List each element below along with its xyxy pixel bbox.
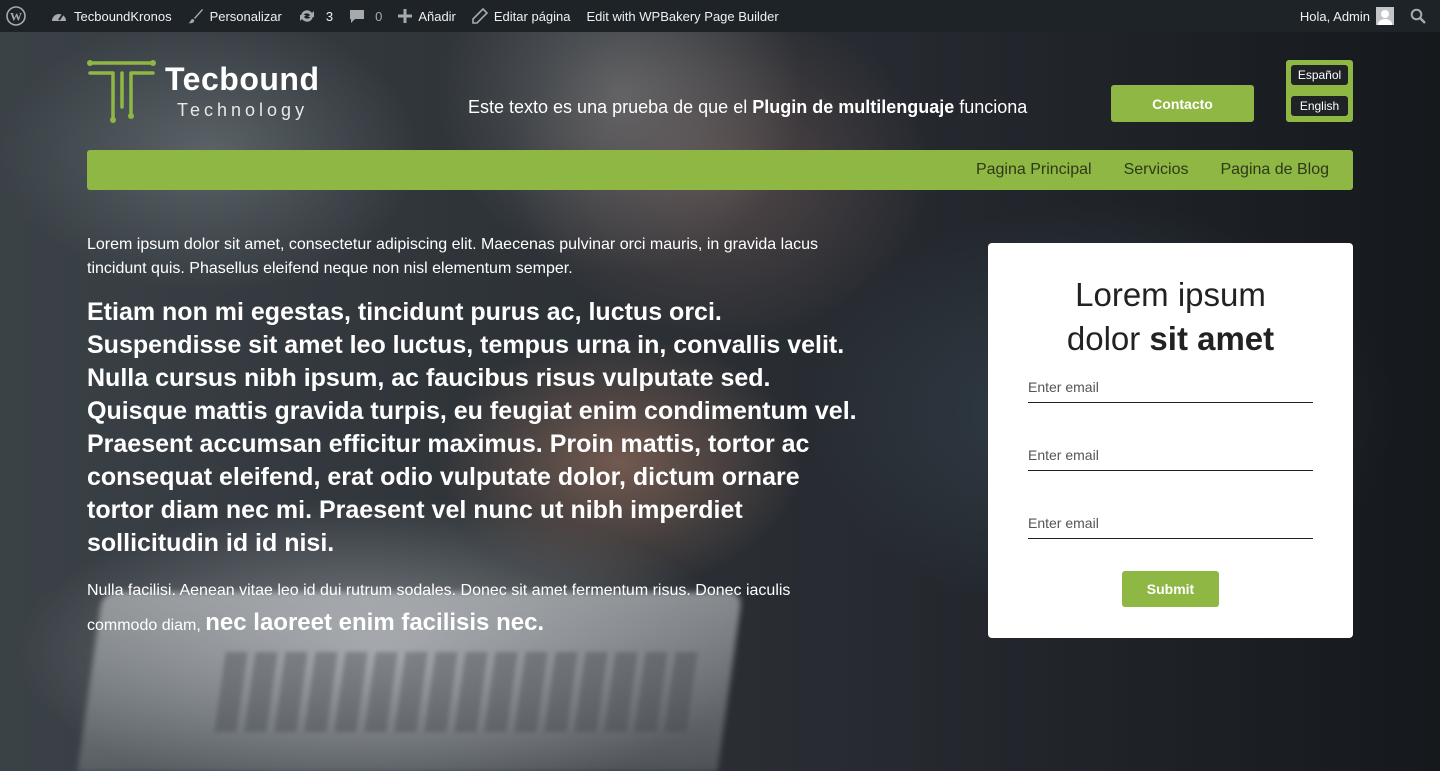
wordpress-menu[interactable]: W	[0, 0, 42, 32]
tagline-post: funciona	[954, 97, 1028, 117]
admin-bar: W TecboundKronos Personalizar 3 0 Añadir…	[0, 0, 1440, 32]
comment-icon	[350, 10, 365, 23]
logo-t-icon	[87, 60, 156, 123]
dashboard-icon	[52, 13, 66, 21]
site-name: TecboundKronos	[74, 8, 172, 24]
closing-paragraph: Nulla facilisi. Aenean vitae leo id dui …	[87, 575, 857, 642]
nav-item-services[interactable]: Servicios	[1124, 161, 1189, 179]
greeting: Hola, Admin	[1299, 8, 1370, 24]
language-english[interactable]: English	[1291, 96, 1348, 116]
plus-icon	[398, 9, 413, 23]
edit-page-link[interactable]: Editar página	[464, 0, 579, 32]
submit-button[interactable]: Submit	[1122, 571, 1219, 607]
site-logo[interactable]: Tecbound Technology	[87, 59, 347, 125]
updates-icon	[299, 10, 314, 22]
intro-paragraph: Lorem ipsum dolor sit amet, consectetur …	[87, 236, 818, 277]
comments-link[interactable]: 0	[341, 0, 390, 32]
logo-name: Tecbound	[165, 61, 320, 97]
updates-count: 3	[325, 8, 334, 24]
account-menu[interactable]: Hola, Admin	[1292, 0, 1402, 32]
add-new-label: Añadir	[418, 8, 456, 24]
email-field-1[interactable]	[1028, 371, 1313, 403]
comments-count: 0	[375, 8, 383, 24]
email-field-2[interactable]	[1028, 439, 1313, 471]
logo-subtitle: Technology	[177, 100, 309, 120]
nav-item-blog[interactable]: Pagina de Blog	[1220, 161, 1329, 179]
language-espanol[interactable]: Español	[1291, 65, 1348, 85]
form-title: Lorem ipsum dolor sit amet	[988, 273, 1353, 361]
tagline-pre: Este texto es una prueba de que el	[468, 97, 753, 117]
keyboard-image	[214, 652, 706, 732]
edit-page-label: Editar página	[493, 8, 571, 24]
tagline-bold: Plugin de multilenguaje	[752, 97, 955, 117]
contact-button[interactable]: Contacto	[1111, 85, 1254, 122]
form-title-line1: Lorem ipsum	[1075, 276, 1266, 313]
pencil-icon	[472, 8, 488, 24]
nav-item-home[interactable]: Pagina Principal	[976, 161, 1092, 179]
wordpress-icon: W	[6, 6, 26, 26]
header-tagline: Este texto es una prueba de que el Plugi…	[468, 97, 1027, 118]
site-name-menu[interactable]: TecboundKronos	[42, 0, 180, 32]
updates-link[interactable]: 3	[290, 0, 341, 32]
customize-label: Personalizar	[209, 8, 282, 24]
customize-link[interactable]: Personalizar	[180, 0, 290, 32]
bold-paragraph: Etiam non mi egestas, tincidunt purus ac…	[87, 298, 857, 557]
avatar	[1376, 7, 1394, 25]
main-nav: Pagina Principal Servicios Pagina de Blo…	[87, 150, 1353, 190]
svg-text:W: W	[10, 10, 22, 24]
brush-icon	[187, 9, 203, 24]
signup-form-card: Lorem ipsum dolor sit amet Submit	[988, 243, 1353, 638]
add-new-menu[interactable]: Añadir	[390, 0, 464, 32]
email-field-3[interactable]	[1028, 507, 1313, 539]
closing-emphasis: nec laoreet enim facilisis nec.	[205, 609, 545, 636]
language-switcher: Español English	[1286, 60, 1353, 122]
form-title-line2: dolor	[1066, 320, 1150, 357]
search-icon	[1410, 8, 1426, 24]
admin-search[interactable]	[1402, 0, 1440, 32]
wpbakery-link[interactable]: Edit with WPBakery Page Builder	[579, 0, 787, 32]
wpbakery-label: Edit with WPBakery Page Builder	[586, 8, 779, 24]
form-title-bold: sit amet	[1149, 320, 1275, 357]
